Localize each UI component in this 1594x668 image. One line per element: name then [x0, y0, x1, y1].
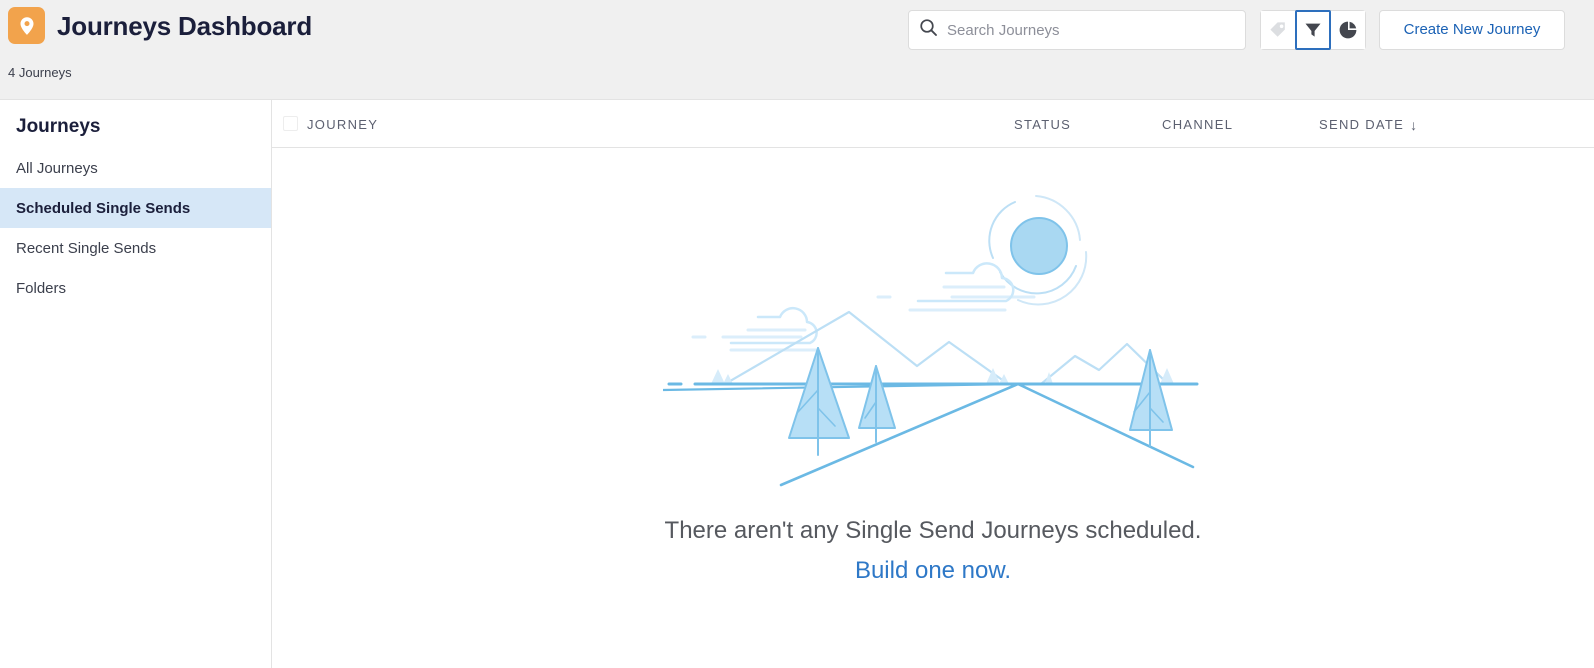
column-header-status[interactable]: STATUS: [1014, 117, 1071, 132]
sidebar: Journeys All Journeys Scheduled Single S…: [0, 100, 272, 668]
pie-chart-icon[interactable]: [1331, 11, 1365, 49]
sidebar-item-recent-single-sends[interactable]: Recent Single Sends: [0, 228, 271, 268]
page-title: Journeys Dashboard: [57, 11, 313, 41]
body: Journeys All Journeys Scheduled Single S…: [0, 100, 1594, 668]
build-one-now-link[interactable]: Build one now.: [855, 557, 1011, 585]
empty-state: There aren't any Single Send Journeys sc…: [272, 148, 1594, 668]
location-pin-icon: [8, 7, 45, 44]
column-header-channel[interactable]: CHANNEL: [1162, 117, 1233, 132]
column-header-journey[interactable]: JOURNEY: [307, 117, 378, 132]
sidebar-item-label: Folders: [16, 279, 67, 297]
tag-icon[interactable]: [1261, 11, 1295, 49]
search-input[interactable]: [938, 11, 1245, 49]
sidebar-item-scheduled-single-sends[interactable]: Scheduled Single Sends: [0, 188, 271, 228]
mountains-sun-trees-illustration: [661, 180, 1203, 495]
select-all-checkbox[interactable]: [283, 116, 298, 131]
search-icon: [919, 18, 938, 42]
sidebar-title: Journeys: [16, 116, 101, 137]
table-header-row: JOURNEY STATUS CHANNEL SEND DATE ↓: [272, 100, 1594, 148]
column-header-send-date[interactable]: SEND DATE ↓: [1319, 117, 1418, 132]
sidebar-item-folders[interactable]: Folders: [0, 268, 271, 308]
search-box[interactable]: [908, 10, 1246, 50]
sidebar-item-label: Scheduled Single Sends: [16, 199, 191, 217]
column-header-send-date-label: SEND DATE: [1319, 117, 1405, 132]
content-area: JOURNEY STATUS CHANNEL SEND DATE ↓ There…: [272, 100, 1594, 668]
sidebar-item-label: Recent Single Sends: [16, 239, 157, 257]
sidebar-item-label: All Journeys: [16, 159, 98, 177]
empty-state-message: There aren't any Single Send Journeys sc…: [664, 517, 1202, 544]
top-bar: Journeys Dashboard 4 Journeys Search Jou…: [0, 0, 1594, 100]
filter-icon[interactable]: [1295, 10, 1331, 50]
toolbar-icon-group: [1260, 10, 1366, 50]
sidebar-item-all-journeys[interactable]: All Journeys: [0, 148, 271, 188]
journey-count: 4 Journeys: [8, 65, 72, 80]
sort-descending-icon: ↓: [1410, 116, 1419, 133]
create-new-journey-button[interactable]: Create New Journey: [1379, 10, 1565, 50]
